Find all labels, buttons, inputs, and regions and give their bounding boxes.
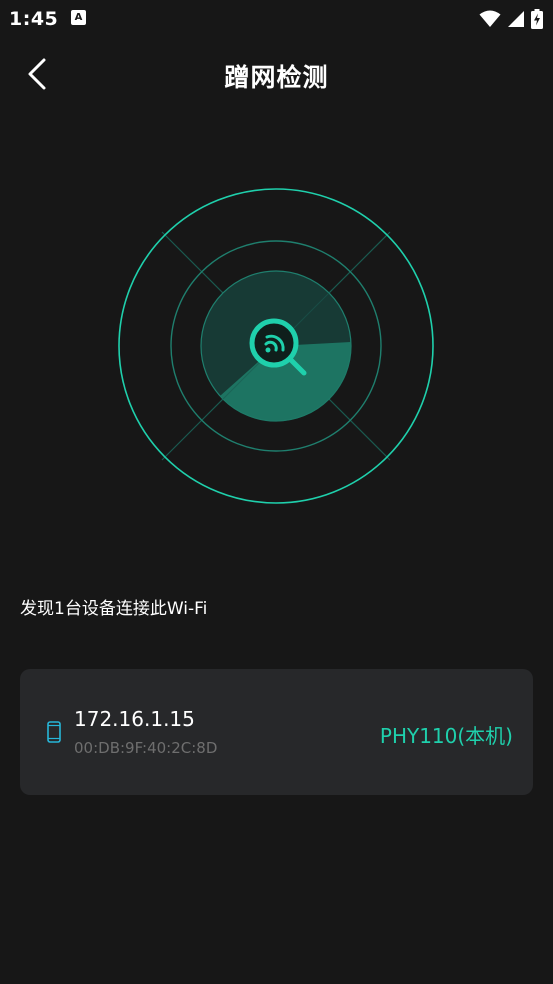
device-card[interactable]: 172.16.1.15 00:DB:9F:40:2C:8D PHY110(本机): [20, 669, 533, 795]
device-mac: 00:DB:9F:40:2C:8D: [74, 739, 218, 757]
status-icons: [479, 7, 543, 31]
header: 蹭网检测: [0, 46, 553, 102]
status-time: 1:45: [9, 8, 59, 30]
wifi-icon: [479, 10, 501, 27]
radar-scanner: [116, 186, 436, 506]
found-devices-text: 发现1台设备连接此Wi-Fi: [20, 599, 208, 619]
device-name: PHY110(本机): [379, 724, 513, 748]
page-title: 蹭网检测: [224, 63, 329, 92]
battery-charging-icon: [531, 9, 543, 29]
app-notification-icon: A: [71, 10, 86, 25]
wifi-search-icon: [249, 318, 307, 376]
device-ip: 172.16.1.15: [74, 707, 195, 731]
signal-icon: [508, 11, 524, 27]
phone-icon: [47, 721, 61, 743]
status-bar: 1:45 A: [0, 0, 553, 38]
